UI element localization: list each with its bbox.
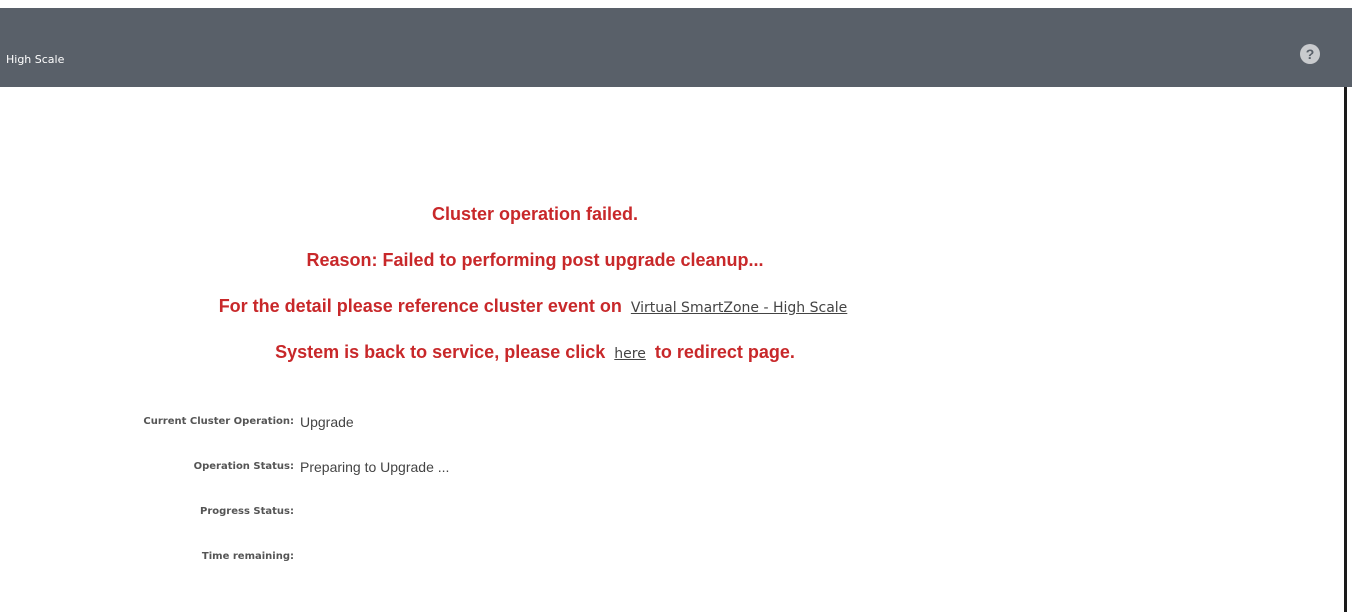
operation-status-value: Preparing to Upgrade ... xyxy=(300,459,450,475)
error-detail-line: For the detail please reference cluster … xyxy=(0,292,1070,338)
error-reason: Reason: Failed to performing post upgrad… xyxy=(306,250,764,270)
header-title: High Scale xyxy=(6,53,65,66)
status-row-time-remaining: Time remaining: xyxy=(0,545,800,590)
current-operation-label: Current Cluster Operation: xyxy=(143,416,294,427)
error-messages: Cluster operation failed. Reason: Failed… xyxy=(0,200,1070,384)
redirect-line: System is back to service, please click … xyxy=(0,338,1070,384)
error-detail-text: For the detail please reference cluster … xyxy=(218,296,622,316)
right-border xyxy=(1344,87,1347,612)
status-table: Current Cluster Operation: Upgrade Opera… xyxy=(0,410,800,590)
page: High Scale ? Cluster operation failed. R… xyxy=(0,0,1352,612)
redirect-text-suffix: to redirect page. xyxy=(654,342,795,362)
header-bar: High Scale ? xyxy=(0,8,1352,87)
help-icon[interactable]: ? xyxy=(1300,44,1320,64)
error-title: Cluster operation failed. xyxy=(431,204,639,224)
time-remaining-label: Time remaining: xyxy=(201,551,294,562)
cluster-event-link[interactable]: Virtual SmartZone - High Scale xyxy=(631,300,847,316)
status-row-current-operation: Current Cluster Operation: Upgrade xyxy=(0,410,800,455)
top-strip xyxy=(0,0,1352,8)
status-row-progress-status: Progress Status: xyxy=(0,500,800,545)
redirect-text-prefix: System is back to service, please click xyxy=(275,342,606,362)
redirect-link[interactable]: here xyxy=(614,346,646,362)
status-row-operation-status: Operation Status: Preparing to Upgrade .… xyxy=(0,455,800,500)
operation-status-label: Operation Status: xyxy=(193,461,294,472)
current-operation-value: Upgrade xyxy=(300,414,354,430)
progress-status-label: Progress Status: xyxy=(200,506,294,517)
